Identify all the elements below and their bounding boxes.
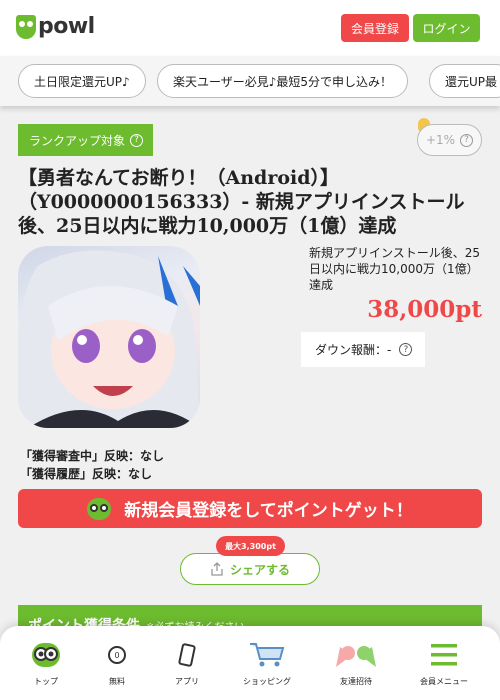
logo-text: powl	[38, 14, 95, 39]
help-icon[interactable]: ?	[130, 133, 144, 147]
nav-apps[interactable]: アプリ	[147, 640, 227, 687]
nav-label: 無料	[109, 677, 125, 686]
share-button[interactable]: シェアする	[180, 553, 320, 585]
logo[interactable]: powl	[16, 14, 95, 39]
down-reward-label: ダウン報酬：-	[315, 343, 392, 357]
rank-up-label: ランクアップ対象	[29, 133, 126, 148]
anime-character-illustration	[18, 250, 200, 428]
register-button[interactable]: 会員登録	[341, 14, 409, 42]
friends-invite-icon	[316, 640, 396, 670]
offer-description: 新規アプリインストール後、25日以内に戦力10,000万（1億）達成	[309, 246, 481, 292]
header: powl 会員登録 ログイン	[0, 0, 500, 56]
share-label: シェアする	[229, 562, 290, 577]
login-button[interactable]: ログイン	[413, 14, 480, 42]
owl-icon	[6, 640, 86, 670]
rate-up-label: +1%	[425, 133, 456, 147]
share-icon	[211, 562, 223, 576]
hamburger-menu-icon	[404, 640, 484, 670]
rank-up-badge[interactable]: ランクアップ対象 ?	[18, 124, 153, 156]
nav-shopping[interactable]: ショッピング	[227, 640, 307, 687]
nav-label: 友達招待	[340, 677, 372, 686]
nav-free[interactable]: 0 無料	[77, 640, 157, 687]
free-coin-icon: 0	[77, 640, 157, 670]
nav-top[interactable]: トップ	[6, 640, 86, 687]
campaign-chip[interactable]: 土日限定還元UP♪	[18, 64, 146, 98]
bottom-navigation: トップ 0 無料 アプリ ショッピング 友達招待 会員メニュー	[0, 626, 500, 700]
owl-icon	[87, 497, 112, 520]
rate-up-badge[interactable]: +1% ?	[417, 124, 482, 156]
nav-member-menu[interactable]: 会員メニュー	[404, 640, 484, 687]
status-history: 「獲得履歴」反映：なし	[20, 467, 153, 481]
campaign-chip[interactable]: 還元UP最	[429, 64, 500, 98]
offer-points: 38,000pt	[367, 296, 482, 323]
nav-label: アプリ	[175, 677, 199, 686]
offer-title: 【勇者なんてお断り！（Android）】（Y0000000156333）- 新規…	[18, 167, 465, 237]
nav-invite[interactable]: 友達招待	[316, 640, 396, 687]
nav-label: ショッピング	[243, 677, 291, 686]
campaign-chip-bar[interactable]: 土日限定還元UP♪ 楽天ユーザー必見♪最短5分で申し込み！ 還元UP最	[0, 56, 500, 106]
campaign-chip[interactable]: 楽天ユーザー必見♪最短5分で申し込み！	[157, 64, 409, 98]
down-reward-box[interactable]: ダウン報酬：- ?	[301, 332, 425, 367]
svg-text:0: 0	[114, 651, 119, 660]
status-review: 「獲得審査中」反映：なし	[20, 449, 165, 463]
max-points-badge: 最大3,300pt	[216, 536, 285, 556]
shopping-cart-icon	[227, 640, 307, 670]
signup-cta-button[interactable]: 新規会員登録をしてポイントゲット！	[18, 489, 482, 528]
app-icon-image	[18, 246, 200, 428]
owl-logo-icon	[16, 14, 36, 39]
signup-cta-label: 新規会員登録をしてポイントゲット！	[124, 501, 413, 521]
nav-label: 会員メニュー	[420, 677, 468, 686]
smartphone-icon	[147, 640, 227, 670]
help-icon[interactable]: ?	[460, 133, 474, 147]
help-icon[interactable]: ?	[399, 343, 413, 356]
nav-label: トップ	[34, 677, 58, 686]
